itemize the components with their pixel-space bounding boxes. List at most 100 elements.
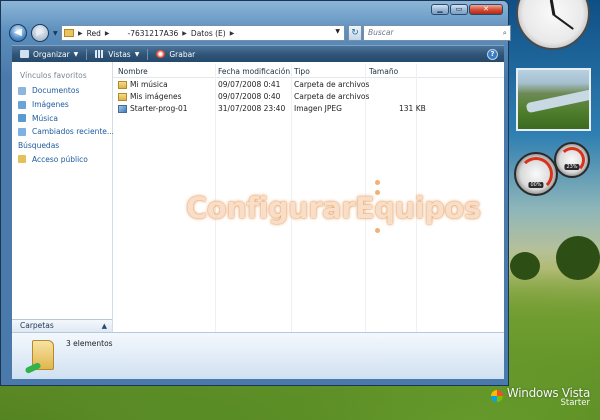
clock-face-icon — [516, 0, 590, 50]
clock-hand — [549, 0, 556, 16]
item-count: 3 elementos — [66, 339, 113, 348]
folder-icon — [118, 81, 127, 89]
details-pane: 3 elementos — [12, 332, 504, 379]
file-modified: 09/07/2008 0:41 — [218, 80, 281, 89]
chevron-down-icon: ▼ — [134, 50, 140, 58]
cpu-gauge-icon: 00% — [514, 152, 558, 196]
column-type[interactable]: Tipo — [294, 67, 310, 76]
file-row[interactable]: Mi música 09/07/2008 0:41 Carpeta de arc… — [113, 79, 504, 91]
breadcrumb-separator-icon[interactable]: ▶ — [230, 30, 235, 37]
navigation-pane: Vínculos favoritos Documentos Imágenes M… — [12, 62, 380, 332]
views-label: Vistas — [108, 49, 131, 59]
file-name: Starter-prog-01 — [130, 104, 188, 113]
address-row: ◀ ▶ ▼ ▶ Red ▶ -7631217A36 ▶ Datos (E) ▶ … — [9, 21, 511, 45]
slideshow-gadget[interactable] — [516, 68, 591, 131]
watermark-mark-icon — [373, 180, 383, 236]
search-placeholder: Buscar — [368, 28, 394, 37]
image-file-icon — [118, 105, 127, 113]
search-icon[interactable]: ⌕ — [503, 26, 507, 40]
maximize-button[interactable]: ▭ — [450, 4, 468, 15]
file-modified: 09/07/2008 0:40 — [218, 92, 281, 101]
documents-icon — [18, 86, 26, 95]
favorite-links-list: Documentos Imágenes Música Cambiados rec… — [18, 84, 380, 166]
column-header: Nombre Fecha modificación Tipo Tamaño — [113, 64, 504, 78]
sidebar-item-recently-changed[interactable]: Cambiados reciente... — [18, 125, 114, 139]
gauge-readout: 00% — [528, 182, 544, 188]
forward-button[interactable]: ▶ — [31, 24, 49, 42]
breadcrumb-separator-icon[interactable]: ▶ — [182, 30, 187, 37]
cpu-meter-gadget[interactable]: 00% 23% — [514, 142, 594, 202]
sidebar-item-searches[interactable]: Búsquedas — [18, 88, 380, 153]
column-modified[interactable]: Fecha modificación — [218, 67, 290, 76]
command-bar: Organizar ▼ Vistas ▼ Grabar ? — [12, 45, 504, 62]
file-rows: Mi música 09/07/2008 0:41 Carpeta de arc… — [113, 79, 504, 115]
sidebar-item-music[interactable]: Música — [18, 111, 114, 125]
windows-branding: Windows Vista Starter — [490, 386, 590, 408]
sidebar-item-label: Música — [32, 113, 58, 123]
file-row[interactable]: Starter-prog-01 31/07/2008 23:40 Imagen … — [113, 103, 504, 115]
views-button[interactable]: Vistas ▼ — [95, 50, 139, 59]
burn-disc-icon — [156, 50, 166, 58]
pictures-icon — [18, 100, 26, 109]
folder-icon — [118, 93, 127, 101]
landscape-photo — [525, 88, 589, 114]
back-button[interactable]: ◀ — [9, 24, 27, 42]
sidebar-item-documents[interactable]: Documentos — [18, 84, 114, 98]
clock-gadget[interactable] — [514, 0, 592, 52]
sidebar-item-public[interactable]: Acceso público — [18, 152, 114, 166]
wallpaper-tree — [510, 252, 540, 280]
music-icon — [18, 114, 26, 123]
clock-hand — [553, 14, 575, 30]
public-folder-icon — [18, 155, 26, 164]
sidebar-item-label: Cambiados reciente... — [32, 127, 115, 137]
column-name[interactable]: Nombre — [118, 67, 148, 76]
toolbar-divider — [147, 48, 149, 60]
organize-label: Organizar — [33, 49, 70, 59]
folder-icon — [24, 340, 54, 375]
file-modified: 31/07/2008 23:40 — [218, 104, 286, 113]
file-type: Carpeta de archivos — [294, 92, 370, 101]
close-button[interactable]: ✕ — [469, 4, 503, 15]
address-bar[interactable]: ▶ Red ▶ -7631217A36 ▶ Datos (E) ▶ ▼ — [61, 25, 345, 41]
sidebar-item-label: Búsquedas — [18, 141, 60, 151]
breadcrumb-computer[interactable]: -7631217A36 — [128, 29, 179, 38]
folders-toggle[interactable]: Carpetas ▲ — [12, 319, 112, 332]
breadcrumb-separator-icon[interactable]: ▶ — [78, 30, 83, 37]
site-watermark: ConfigurarEquipos — [186, 191, 481, 225]
file-type: Carpeta de archivos — [294, 80, 370, 89]
burn-button[interactable]: Grabar — [156, 50, 195, 59]
recent-icon — [18, 127, 26, 136]
sidebar-item-pictures[interactable]: Imágenes — [18, 98, 114, 112]
recent-pages-dropdown[interactable]: ▼ — [53, 30, 58, 37]
gauge-readout: 23% — [564, 164, 580, 170]
breadcrumb-drive[interactable]: Datos (E) — [191, 29, 226, 38]
chevron-up-icon: ▲ — [101, 322, 107, 330]
address-dropdown-icon[interactable]: ▼ — [335, 28, 340, 35]
organize-button[interactable]: Organizar ▼ — [20, 50, 78, 59]
memory-gauge-icon: 23% — [554, 142, 590, 178]
folders-label: Carpetas — [20, 321, 54, 330]
file-name: Mi música — [130, 80, 168, 89]
minimize-button[interactable]: ▁ — [431, 4, 449, 15]
shortcut-tag-icon — [24, 361, 42, 375]
favorite-links-heading: Vínculos favoritos — [20, 71, 87, 80]
breadcrumb-separator-icon[interactable]: ▶ — [105, 30, 110, 37]
file-type: Imagen JPEG — [294, 104, 342, 113]
organize-icon — [20, 50, 29, 58]
burn-label: Grabar — [169, 49, 196, 59]
windows-logo-icon — [490, 390, 503, 402]
wallpaper-tree — [556, 236, 600, 280]
breadcrumb-red[interactable]: Red — [87, 29, 101, 38]
file-name: Mis imágenes — [130, 92, 182, 101]
file-row[interactable]: Mis imágenes 09/07/2008 0:40 Carpeta de … — [113, 91, 504, 103]
network-location-icon — [64, 29, 74, 37]
sidebar-item-label: Imágenes — [32, 100, 69, 110]
search-input[interactable]: Buscar ⌕ — [363, 25, 511, 41]
views-icon — [95, 50, 105, 58]
help-button[interactable]: ? — [487, 49, 498, 60]
file-size: 131 KB — [399, 104, 426, 113]
refresh-button[interactable]: ↻ — [348, 25, 362, 41]
column-size[interactable]: Tamaño — [369, 67, 398, 76]
caption-buttons: ▁ ▭ ✕ — [430, 4, 503, 15]
toolbar-divider — [86, 48, 88, 60]
